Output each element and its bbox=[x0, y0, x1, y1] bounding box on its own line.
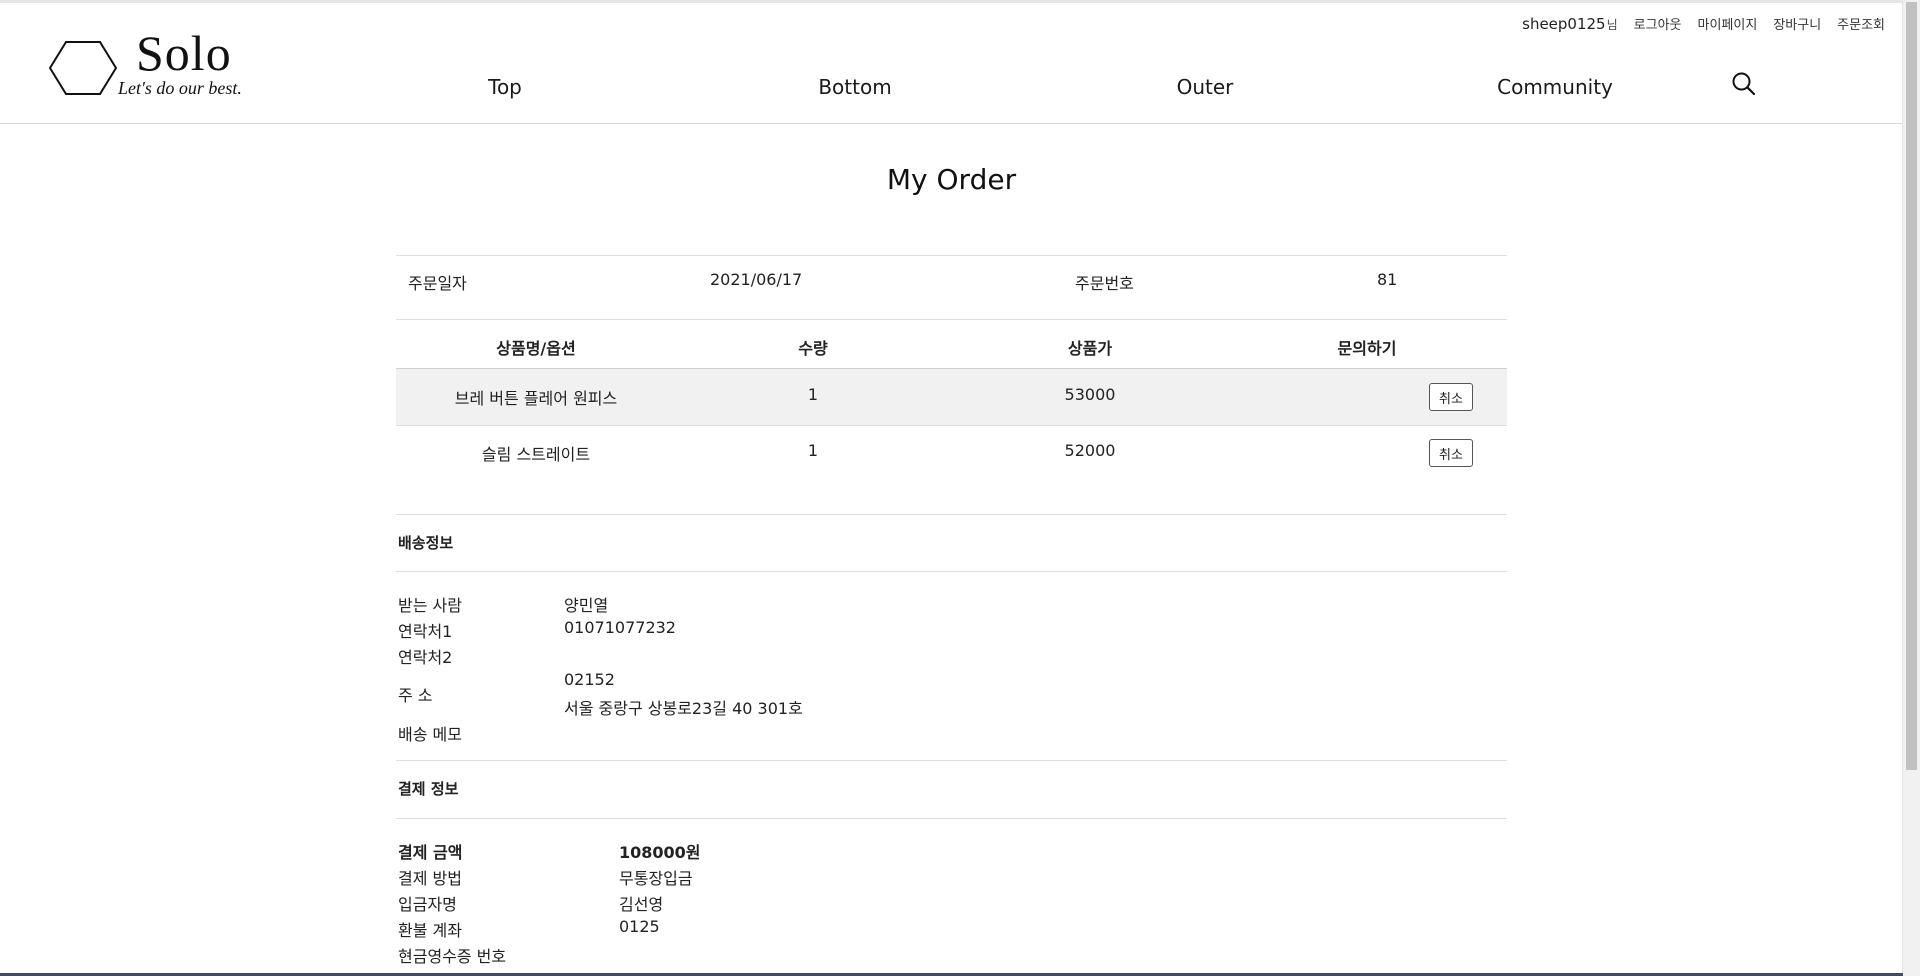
divider bbox=[396, 255, 1507, 256]
memo-label: 배송 메모 bbox=[398, 725, 462, 744]
address-value: 서울 중랑구 상봉로23길 40 301호 bbox=[564, 699, 803, 718]
receipt-label: 현금영수증 번호 bbox=[398, 947, 507, 966]
divider bbox=[396, 760, 1507, 761]
product-qty: 1 bbox=[807, 441, 819, 460]
scrollbar-thumb[interactable] bbox=[1906, 2, 1917, 770]
depositor-label: 입금자명 bbox=[398, 895, 457, 914]
scrollbar[interactable] bbox=[1902, 0, 1920, 976]
cancel-button[interactable]: 취소 bbox=[1429, 383, 1473, 411]
amount-value: 108000원 bbox=[619, 843, 701, 862]
depositor-value: 김선영 bbox=[619, 895, 664, 914]
refund-value: 0125 bbox=[619, 917, 660, 936]
divider bbox=[396, 319, 1507, 320]
site-header: Solo Let's do our best. sheep0125 님 로그아웃 … bbox=[0, 3, 1903, 124]
nav-community[interactable]: Community bbox=[1497, 75, 1613, 99]
nav-outer[interactable]: Outer bbox=[1177, 75, 1234, 99]
order-date: 2021/06/17 bbox=[710, 270, 803, 289]
nav-bottom[interactable]: Bottom bbox=[818, 75, 891, 99]
product-price: 53000 bbox=[1064, 385, 1116, 404]
shipping-title: 배송정보 bbox=[398, 534, 454, 552]
refund-label: 환불 계좌 bbox=[398, 921, 462, 940]
order-number-label: 주문번호 bbox=[1075, 274, 1134, 293]
username-suffix: 님 bbox=[1606, 18, 1618, 32]
search-button[interactable] bbox=[1731, 71, 1757, 97]
divider bbox=[396, 818, 1507, 819]
phone1-label: 연락처1 bbox=[398, 622, 453, 641]
amount-label: 결제 금액 bbox=[398, 843, 463, 862]
phone1-value: 01071077232 bbox=[564, 618, 676, 637]
zipcode-value: 02152 bbox=[564, 670, 615, 689]
product-qty: 1 bbox=[807, 385, 819, 404]
logo-title: Solo bbox=[136, 25, 232, 81]
divider bbox=[396, 571, 1507, 572]
divider bbox=[396, 514, 1507, 515]
order-lookup-link[interactable]: 주문조회 bbox=[1837, 14, 1885, 33]
cart-link[interactable]: 장바구니 bbox=[1773, 14, 1821, 33]
col-header-qty: 수량 bbox=[798, 339, 828, 358]
method-label: 결제 방법 bbox=[398, 869, 462, 888]
address-label: 주 소 bbox=[398, 686, 433, 705]
search-icon bbox=[1732, 72, 1756, 96]
product-name: 브레 버튼 플레어 원피스 bbox=[454, 389, 618, 408]
logout-link[interactable]: 로그아웃 bbox=[1634, 14, 1682, 33]
divider bbox=[396, 425, 1507, 426]
recipient-value: 양민열 bbox=[564, 596, 609, 615]
logo-tagline: Let's do our best. bbox=[118, 78, 242, 98]
logo[interactable]: Solo Let's do our best. bbox=[48, 25, 298, 105]
col-header-product: 상품명/옵션 bbox=[496, 339, 576, 358]
utility-menu: sheep0125 님 로그아웃 마이페이지 장바구니 주문조회 bbox=[1522, 14, 1885, 33]
cancel-button[interactable]: 취소 bbox=[1429, 439, 1473, 467]
page-title: My Order bbox=[886, 163, 1017, 196]
col-header-price: 상품가 bbox=[1067, 339, 1113, 358]
product-price: 52000 bbox=[1064, 441, 1116, 460]
mypage-link[interactable]: 마이페이지 bbox=[1698, 14, 1758, 33]
order-date-label: 주문일자 bbox=[408, 274, 467, 293]
nav-top[interactable]: Top bbox=[488, 75, 522, 99]
method-value: 무통장입금 bbox=[619, 869, 693, 888]
username: sheep0125 bbox=[1522, 15, 1606, 33]
col-header-inquiry: 문의하기 bbox=[1337, 339, 1397, 358]
recipient-label: 받는 사람 bbox=[398, 596, 462, 615]
hexagon-icon bbox=[48, 41, 118, 95]
phone2-label: 연락처2 bbox=[398, 648, 453, 667]
order-number: 81 bbox=[1377, 270, 1398, 289]
product-name: 슬림 스트레이트 bbox=[481, 445, 591, 464]
payment-title: 결제 정보 bbox=[398, 780, 459, 798]
